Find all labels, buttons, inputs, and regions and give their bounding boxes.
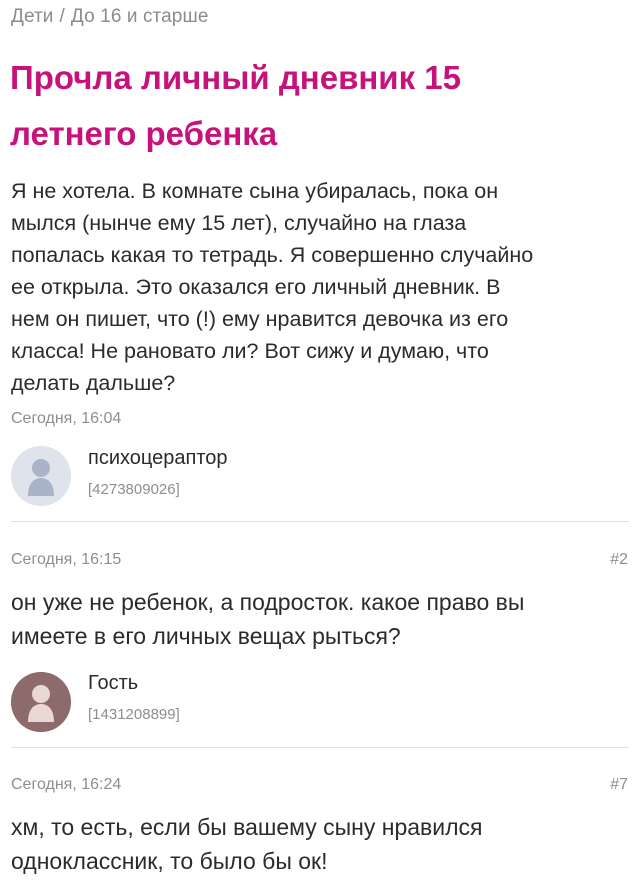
post-body-line: класса! Не рановато ли? Вот сижу и думаю… bbox=[11, 339, 489, 363]
post-body: Я не хотела. В комнате сына убиралась, п… bbox=[11, 175, 631, 399]
divider bbox=[11, 747, 629, 748]
author-id: [1431208899] bbox=[88, 706, 180, 723]
author-name[interactable]: психоцераптор bbox=[88, 447, 228, 470]
comment-text: он уже не ребенок, а подросток. какое пр… bbox=[11, 585, 631, 653]
author-name[interactable]: Гость bbox=[88, 672, 138, 695]
comment-number-link[interactable]: #7 bbox=[610, 776, 628, 794]
author-avatar[interactable] bbox=[11, 446, 71, 506]
comment-text-line: имеете в его личных вещах рыться? bbox=[11, 623, 401, 649]
breadcrumb-category-link[interactable]: Дети bbox=[11, 6, 54, 27]
post-body-line: попалась какая то тетрадь. Я совершенно … bbox=[11, 243, 534, 267]
post-title: Прочла личный дневник 15 летнего ребенка bbox=[10, 50, 610, 162]
post-title-line: Прочла личный дневник 15 bbox=[10, 59, 461, 96]
post-body-line: мылся (нынче ему 15 лет), случайно на гл… bbox=[11, 211, 467, 235]
breadcrumb-subcategory-link[interactable]: До 16 и старше bbox=[71, 6, 209, 27]
post-body-line: делать дальше? bbox=[11, 371, 176, 395]
comment-text-line: одноклассник, то было бы ок! bbox=[11, 848, 328, 874]
comment-text-line: он уже не ребенок, а подросток. какое пр… bbox=[11, 589, 525, 615]
breadcrumb: Дети / До 16 и старше bbox=[11, 6, 209, 28]
comment-date: Сегодня, 16:15 bbox=[11, 551, 122, 568]
divider bbox=[11, 521, 629, 522]
author-avatar[interactable] bbox=[11, 672, 71, 732]
post-title-line: летнего ребенка bbox=[10, 115, 278, 152]
post-body-line: нем он пишет, что (!) ему нравится девоч… bbox=[11, 307, 509, 331]
post-date: Сегодня, 16:04 bbox=[11, 410, 122, 427]
post-body-line: Я не хотела. В комнате сына убиралась, п… bbox=[11, 179, 499, 203]
breadcrumb-separator: / bbox=[59, 6, 65, 27]
comment-date: Сегодня, 16:24 bbox=[11, 776, 122, 793]
author-id: [4273809026] bbox=[88, 481, 180, 498]
user-silhouette-icon bbox=[11, 446, 71, 506]
post-body-line: ее открыла. Это оказался его личный днев… bbox=[11, 275, 501, 299]
comment-number-link[interactable]: #2 bbox=[610, 551, 628, 569]
comment-text-line: хм, то есть, если бы вашему сыну нравилс… bbox=[11, 814, 483, 840]
user-silhouette-icon bbox=[11, 672, 71, 732]
comment-text: хм, то есть, если бы вашему сыну нравилс… bbox=[11, 810, 631, 878]
